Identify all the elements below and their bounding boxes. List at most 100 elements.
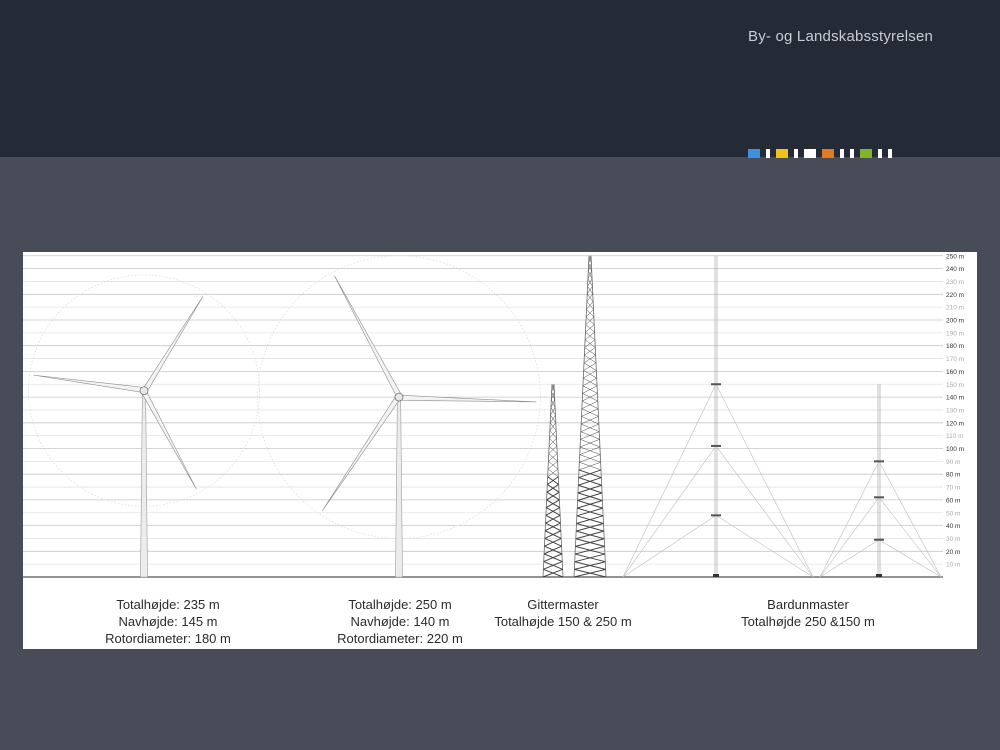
mast-brace xyxy=(587,286,593,295)
scale-tick-label: 20 m xyxy=(946,549,960,556)
turbine-tower xyxy=(140,390,148,578)
brand-mark-1 xyxy=(748,149,760,158)
turbine-blade xyxy=(398,394,537,403)
guyed-mast-1 xyxy=(622,255,814,578)
guyed-masts-title: Bardunmaster xyxy=(767,597,849,612)
turbine-1-rotor-diameter: Rotordiameter: 180 m xyxy=(105,631,231,646)
scale-tick-label: 170 m xyxy=(946,356,964,363)
lattice-masts-heights: Totalhøjde 150 & 250 m xyxy=(494,614,632,629)
brand-mark-11 xyxy=(888,149,892,158)
guy-attachment xyxy=(874,496,884,499)
scale-tick-label: 50 m xyxy=(946,510,960,517)
brand-mark-9 xyxy=(860,149,872,158)
turbine-2-rotor-diameter: Rotordiameter: 220 m xyxy=(337,631,463,646)
diagram-objects xyxy=(27,255,942,578)
scale-tick-label: 150 m xyxy=(946,382,964,389)
height-grid xyxy=(23,255,943,578)
guy-wire xyxy=(715,445,814,578)
turbine-1-caption: Totalhøjde: 235 m Navhøjde: 145 m Rotord… xyxy=(68,596,268,647)
guy-wire xyxy=(819,539,880,578)
turbine-1-total-height: Totalhøjde: 235 m xyxy=(116,597,220,612)
scale-tick-label: 190 m xyxy=(946,330,964,337)
guy-wire xyxy=(622,445,717,578)
scale-tick-label: 70 m xyxy=(946,485,960,492)
turbine-hub xyxy=(139,386,149,396)
turbine-tower xyxy=(395,396,403,578)
height-scale: 10 m 20 m 30 m 40 m 50 m 60 m 70 m 80 m 90 m 100 … xyxy=(946,253,964,568)
mast-brace xyxy=(550,422,557,431)
scale-tick-label: 180 m xyxy=(946,343,964,350)
height-comparison-diagram: 10 m 20 m 30 m 40 m 50 m 60 m 70 m 80 m 90 m 100 … xyxy=(23,252,977,649)
header-bar: By- og Landskabsstyrelsen xyxy=(0,0,1000,158)
turbine-blade xyxy=(321,394,402,512)
scale-tick-label: 10 m xyxy=(946,562,960,569)
mast-brace xyxy=(550,414,557,423)
guy-wire xyxy=(878,497,942,578)
scale-tick-label: 200 m xyxy=(946,318,964,325)
turbine-1-hub-height: Navhøjde: 145 m xyxy=(118,614,218,629)
guy-wire xyxy=(878,461,942,578)
mast-brace xyxy=(549,430,557,439)
turbine-hub xyxy=(394,392,404,402)
diagram-canvas: 10 m 20 m 30 m 40 m 50 m 60 m 70 m 80 m 90 m 100 … xyxy=(23,253,964,578)
mast-base xyxy=(713,574,719,577)
guy-attachment xyxy=(711,444,721,447)
scale-tick-label: 40 m xyxy=(946,523,960,530)
scale-tick-label: 160 m xyxy=(946,369,964,376)
scale-tick-label: 210 m xyxy=(946,305,964,312)
guy-wire xyxy=(715,384,814,578)
brand-mark-3 xyxy=(776,149,788,158)
guy-attachment xyxy=(874,538,884,541)
guy-wire xyxy=(819,461,880,578)
mast-brace xyxy=(586,301,594,310)
scale-tick-label: 100 m xyxy=(946,446,964,453)
guy-wire xyxy=(819,497,880,578)
mast-brace xyxy=(548,438,557,447)
mast-brace xyxy=(587,286,593,295)
mast-brace xyxy=(549,438,558,447)
mast-brace xyxy=(549,422,556,431)
mast-leg xyxy=(542,384,553,578)
turbine-blade xyxy=(141,295,204,393)
brand-mark-5 xyxy=(804,149,816,158)
brand-mark-8 xyxy=(850,149,854,158)
brand-mark-4 xyxy=(794,149,798,158)
scale-tick-label: 130 m xyxy=(946,407,964,414)
mast-brace xyxy=(585,309,594,318)
mast-brace xyxy=(586,293,593,302)
guy-wire xyxy=(878,539,942,578)
scale-tick-label: 80 m xyxy=(946,472,960,479)
scale-tick-label: 90 m xyxy=(946,459,960,466)
mast-brace xyxy=(586,301,594,310)
mast-brace xyxy=(586,309,595,318)
lattice-masts-title: Gittermaster xyxy=(527,597,599,612)
guyed-masts-heights: Totalhøjde 250 &150 m xyxy=(741,614,875,629)
guy-wire xyxy=(715,515,814,578)
mast-leg xyxy=(553,384,564,578)
scale-tick-label: 60 m xyxy=(946,497,960,504)
scale-tick-label: 30 m xyxy=(946,536,960,543)
brand-mark-6 xyxy=(822,149,834,158)
guy-attachment xyxy=(711,383,721,386)
lattice-mast-2 xyxy=(573,255,607,578)
guy-attachment xyxy=(874,460,884,463)
scale-tick-label: 110 m xyxy=(946,433,964,440)
scale-tick-label: 240 m xyxy=(946,266,964,273)
lattice-masts-caption: Gittermaster Totalhøjde 150 & 250 m xyxy=(463,596,663,630)
scale-tick-label: 120 m xyxy=(946,420,964,427)
lattice-mast-1 xyxy=(542,384,564,578)
scale-tick-label: 250 m xyxy=(946,253,964,260)
scale-tick-label: 140 m xyxy=(946,395,964,402)
guy-attachment xyxy=(711,514,721,517)
guy-wire xyxy=(622,384,717,578)
guyed-mast-2 xyxy=(819,384,942,578)
mast-brace xyxy=(549,430,557,439)
guyed-masts-caption: Bardunmaster Totalhøjde 250 &150 m xyxy=(708,596,908,630)
brand-mark-2 xyxy=(766,149,770,158)
scale-tick-label: 230 m xyxy=(946,279,964,286)
mast-brace xyxy=(587,293,594,302)
brand-mark-7 xyxy=(840,149,844,158)
organization-name: By- og Landskabsstyrelsen xyxy=(748,28,934,45)
scale-tick-label: 220 m xyxy=(946,292,964,299)
wind-turbine-2 xyxy=(257,255,541,578)
